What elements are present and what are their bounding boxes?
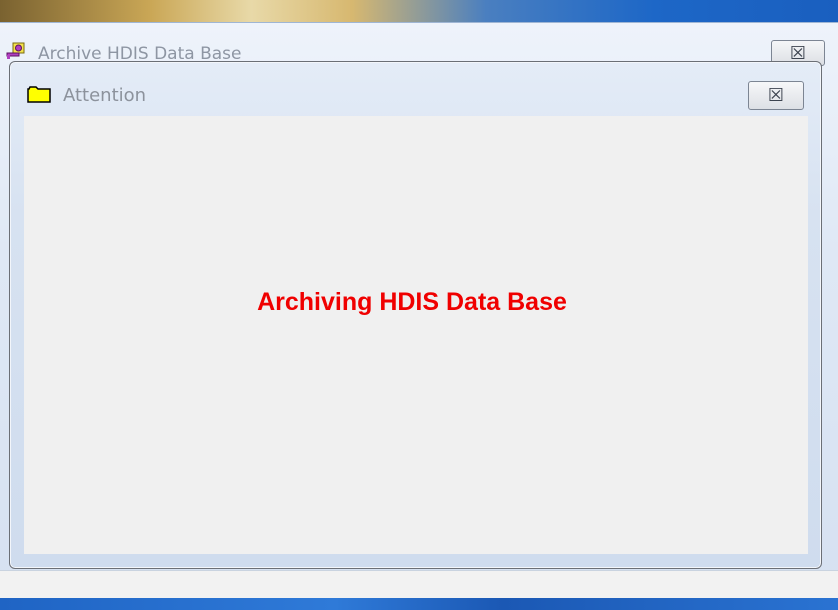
close-icon: ☒ <box>767 85 785 106</box>
folder-icon <box>27 86 51 103</box>
dialog-close-button[interactable]: ☒ <box>748 81 804 110</box>
attention-dialog: Attention ☒ Archiving HDIS Data Base <box>9 61 822 569</box>
status-message: Archiving HDIS Data Base <box>257 288 567 316</box>
dialog-title: Attention <box>63 85 147 106</box>
dialog-content: Archiving HDIS Data Base <box>24 116 808 554</box>
key-folder-icon <box>6 41 30 61</box>
taskbar-edge <box>0 598 838 610</box>
